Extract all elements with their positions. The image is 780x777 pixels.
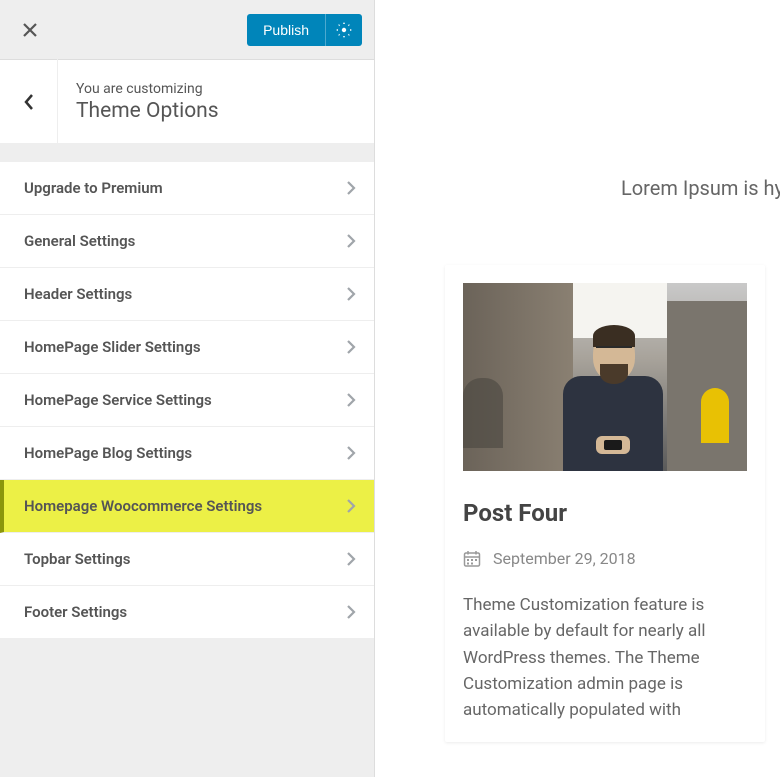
section-header: You are customizing Theme Options	[0, 59, 374, 144]
menu-item-homepage-service-settings[interactable]: HomePage Service Settings	[0, 374, 374, 427]
post-featured-image	[463, 283, 747, 471]
post-title: Post Four	[463, 499, 747, 527]
settings-button[interactable]	[325, 14, 362, 46]
menu-item-label: Homepage Woocommerce Settings	[24, 497, 262, 515]
section-subtitle: You are customizing	[76, 81, 219, 97]
close-icon	[23, 23, 37, 37]
menu-item-label: Header Settings	[24, 285, 132, 303]
header-bar: Publish	[0, 0, 374, 59]
chevron-right-icon	[346, 339, 356, 355]
chevron-right-icon	[346, 604, 356, 620]
menu-item-header-settings[interactable]: Header Settings	[0, 268, 374, 321]
post-meta: September 29, 2018	[463, 549, 747, 568]
section-title: Theme Options	[76, 99, 219, 123]
gear-icon	[336, 22, 352, 38]
section-titles: You are customizing Theme Options	[58, 81, 219, 123]
close-button[interactable]	[12, 12, 48, 48]
header-actions: Publish	[247, 14, 362, 46]
menu-list: Upgrade to Premium General Settings Head…	[0, 162, 374, 639]
chevron-right-icon	[346, 445, 356, 461]
menu-item-label: HomePage Service Settings	[24, 391, 212, 409]
chevron-right-icon	[346, 551, 356, 567]
post-card: Post Four September 29, 2018 Theme Custo…	[445, 265, 765, 742]
chevron-right-icon	[346, 233, 356, 249]
customizer-sidebar: Publish You are customizing Theme Option…	[0, 0, 375, 777]
back-button[interactable]	[0, 59, 58, 144]
post-content: Post Four September 29, 2018 Theme Custo…	[445, 471, 765, 742]
calendar-icon	[463, 550, 481, 568]
menu-item-upgrade-premium[interactable]: Upgrade to Premium	[0, 162, 374, 215]
menu-item-label: Footer Settings	[24, 603, 127, 621]
lorem-text: Lorem Ipsum is hy	[621, 176, 780, 200]
menu-item-label: General Settings	[24, 232, 135, 250]
menu-item-label: Topbar Settings	[24, 550, 130, 568]
chevron-left-icon	[23, 93, 35, 111]
publish-button[interactable]: Publish	[247, 14, 325, 46]
menu-item-homepage-blog-settings[interactable]: HomePage Blog Settings	[0, 427, 374, 480]
chevron-right-icon	[346, 286, 356, 302]
menu-item-homepage-slider-settings[interactable]: HomePage Slider Settings	[0, 321, 374, 374]
chevron-right-icon	[346, 392, 356, 408]
menu-spacer	[0, 144, 374, 162]
chevron-right-icon	[346, 498, 356, 514]
menu-item-label: Upgrade to Premium	[24, 179, 163, 197]
menu-item-general-settings[interactable]: General Settings	[0, 215, 374, 268]
menu-item-label: HomePage Blog Settings	[24, 444, 192, 462]
post-date: September 29, 2018	[493, 549, 636, 568]
menu-item-topbar-settings[interactable]: Topbar Settings	[0, 533, 374, 586]
menu-item-label: HomePage Slider Settings	[24, 338, 201, 356]
menu-item-footer-settings[interactable]: Footer Settings	[0, 586, 374, 639]
menu-item-homepage-woocommerce-settings[interactable]: Homepage Woocommerce Settings	[0, 480, 374, 533]
chevron-right-icon	[346, 180, 356, 196]
post-body: Theme Customization feature is available…	[463, 592, 747, 724]
